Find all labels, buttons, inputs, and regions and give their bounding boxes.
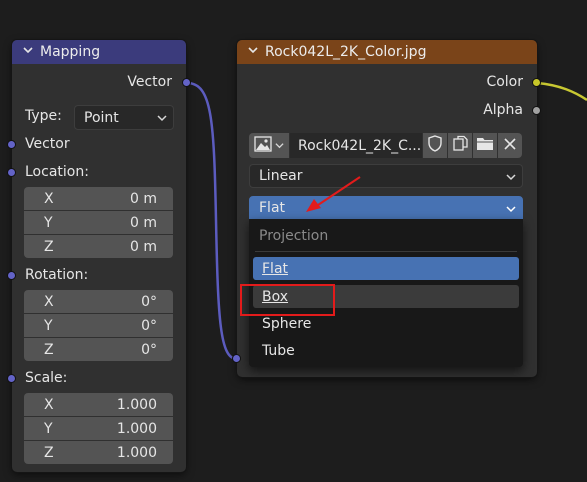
axis-label: X [44, 293, 54, 310]
image-icon [254, 135, 272, 156]
field-value: 1.000 [116, 420, 157, 437]
image-node-header[interactable]: Rock042L_2K_Color.jpg [237, 40, 537, 64]
open-image-button[interactable] [473, 133, 497, 158]
interpolation-value: Linear [259, 168, 303, 184]
fake-user-button[interactable] [423, 133, 447, 158]
chevron-down-icon [506, 171, 516, 185]
chevron-down-icon [157, 112, 167, 126]
type-dropdown[interactable]: Point [74, 105, 174, 130]
rotation-socket[interactable] [7, 271, 16, 280]
axis-label: Z [44, 341, 54, 358]
close-icon [504, 137, 516, 154]
axis-label: Y [44, 214, 53, 231]
vector-input-socket[interactable] [232, 354, 241, 363]
chevron-down-icon [275, 138, 284, 154]
color-link [536, 81, 587, 102]
field-value: 1.000 [116, 444, 157, 461]
location-label: Location: [25, 164, 89, 180]
rotation-label: Rotation: [25, 267, 89, 283]
location-x-field[interactable]: X 0 m [24, 187, 173, 210]
axis-label: Y [44, 420, 53, 437]
rotation-x-field[interactable]: X 0° [24, 290, 173, 313]
location-z-field[interactable]: Z 0 m [24, 235, 173, 258]
vector-link [186, 81, 238, 361]
image-node-title: Rock042L_2K_Color.jpg [265, 44, 427, 60]
menu-item-label: Sphere [262, 315, 312, 332]
axis-label: X [44, 396, 54, 413]
duplicate-button[interactable] [448, 133, 472, 158]
image-name: Rock042L_2K_C... [298, 137, 422, 154]
menu-separator [255, 251, 517, 252]
axis-label: Y [44, 317, 53, 334]
axis-label: Z [44, 444, 54, 461]
type-value: Point [84, 109, 119, 126]
type-label: Type: [25, 108, 62, 124]
menu-item-tube[interactable]: Tube [253, 339, 519, 362]
scale-socket[interactable] [7, 374, 16, 383]
field-value: 0 m [130, 190, 157, 207]
mapping-node-title: Mapping [40, 44, 101, 60]
scale-z-field[interactable]: Z 1.000 [24, 441, 173, 464]
axis-label: Z [44, 238, 54, 255]
mapping-node-header[interactable]: Mapping [12, 40, 186, 64]
location-y-field[interactable]: Y 0 m [24, 211, 173, 234]
vector-output-label: Vector [127, 74, 172, 90]
interpolation-dropdown[interactable]: Linear [249, 164, 523, 188]
projection-dropdown[interactable]: Flat [249, 196, 523, 219]
rotation-y-field[interactable]: Y 0° [24, 314, 173, 337]
menu-item-flat[interactable]: Flat [253, 257, 519, 280]
image-name-field[interactable]: Rock042L_2K_C... [290, 133, 422, 158]
image-browse-button[interactable] [249, 133, 289, 158]
shield-icon [427, 135, 443, 156]
field-value: 0 m [130, 214, 157, 231]
vector-input-socket[interactable] [7, 140, 16, 149]
duplicate-icon [452, 135, 469, 156]
mapping-node[interactable]: Mapping Vector Type: Point Vector Locati… [12, 40, 186, 472]
unlink-image-button[interactable] [498, 133, 522, 158]
collapse-chevron-icon[interactable] [247, 44, 265, 60]
field-value: 0° [141, 341, 157, 358]
alpha-output-label: Alpha [483, 102, 523, 118]
vector-input-label: Vector [25, 136, 70, 152]
rotation-z-field[interactable]: Z 0° [24, 338, 173, 361]
scale-x-field[interactable]: X 1.000 [24, 393, 173, 416]
highlight-box [240, 284, 335, 316]
field-value: 0° [141, 293, 157, 310]
color-output-socket[interactable] [532, 78, 541, 87]
chevron-down-icon [506, 203, 516, 217]
vector-output-socket[interactable] [182, 78, 191, 87]
scale-y-field[interactable]: Y 1.000 [24, 417, 173, 440]
axis-label: X [44, 190, 54, 207]
field-value: 1.000 [116, 396, 157, 413]
folder-icon [476, 136, 494, 155]
projection-value: Flat [259, 199, 286, 216]
menu-item-label: Tube [262, 342, 295, 359]
menu-item-label: Flat [262, 260, 289, 277]
projection-menu-header: Projection [259, 228, 329, 244]
field-value: 0° [141, 317, 157, 334]
color-output-label: Color [486, 74, 523, 90]
field-value: 0 m [130, 238, 157, 255]
alpha-output-socket[interactable] [532, 106, 541, 115]
location-socket[interactable] [7, 168, 16, 177]
collapse-chevron-icon[interactable] [22, 44, 40, 60]
scale-label: Scale: [25, 370, 68, 386]
